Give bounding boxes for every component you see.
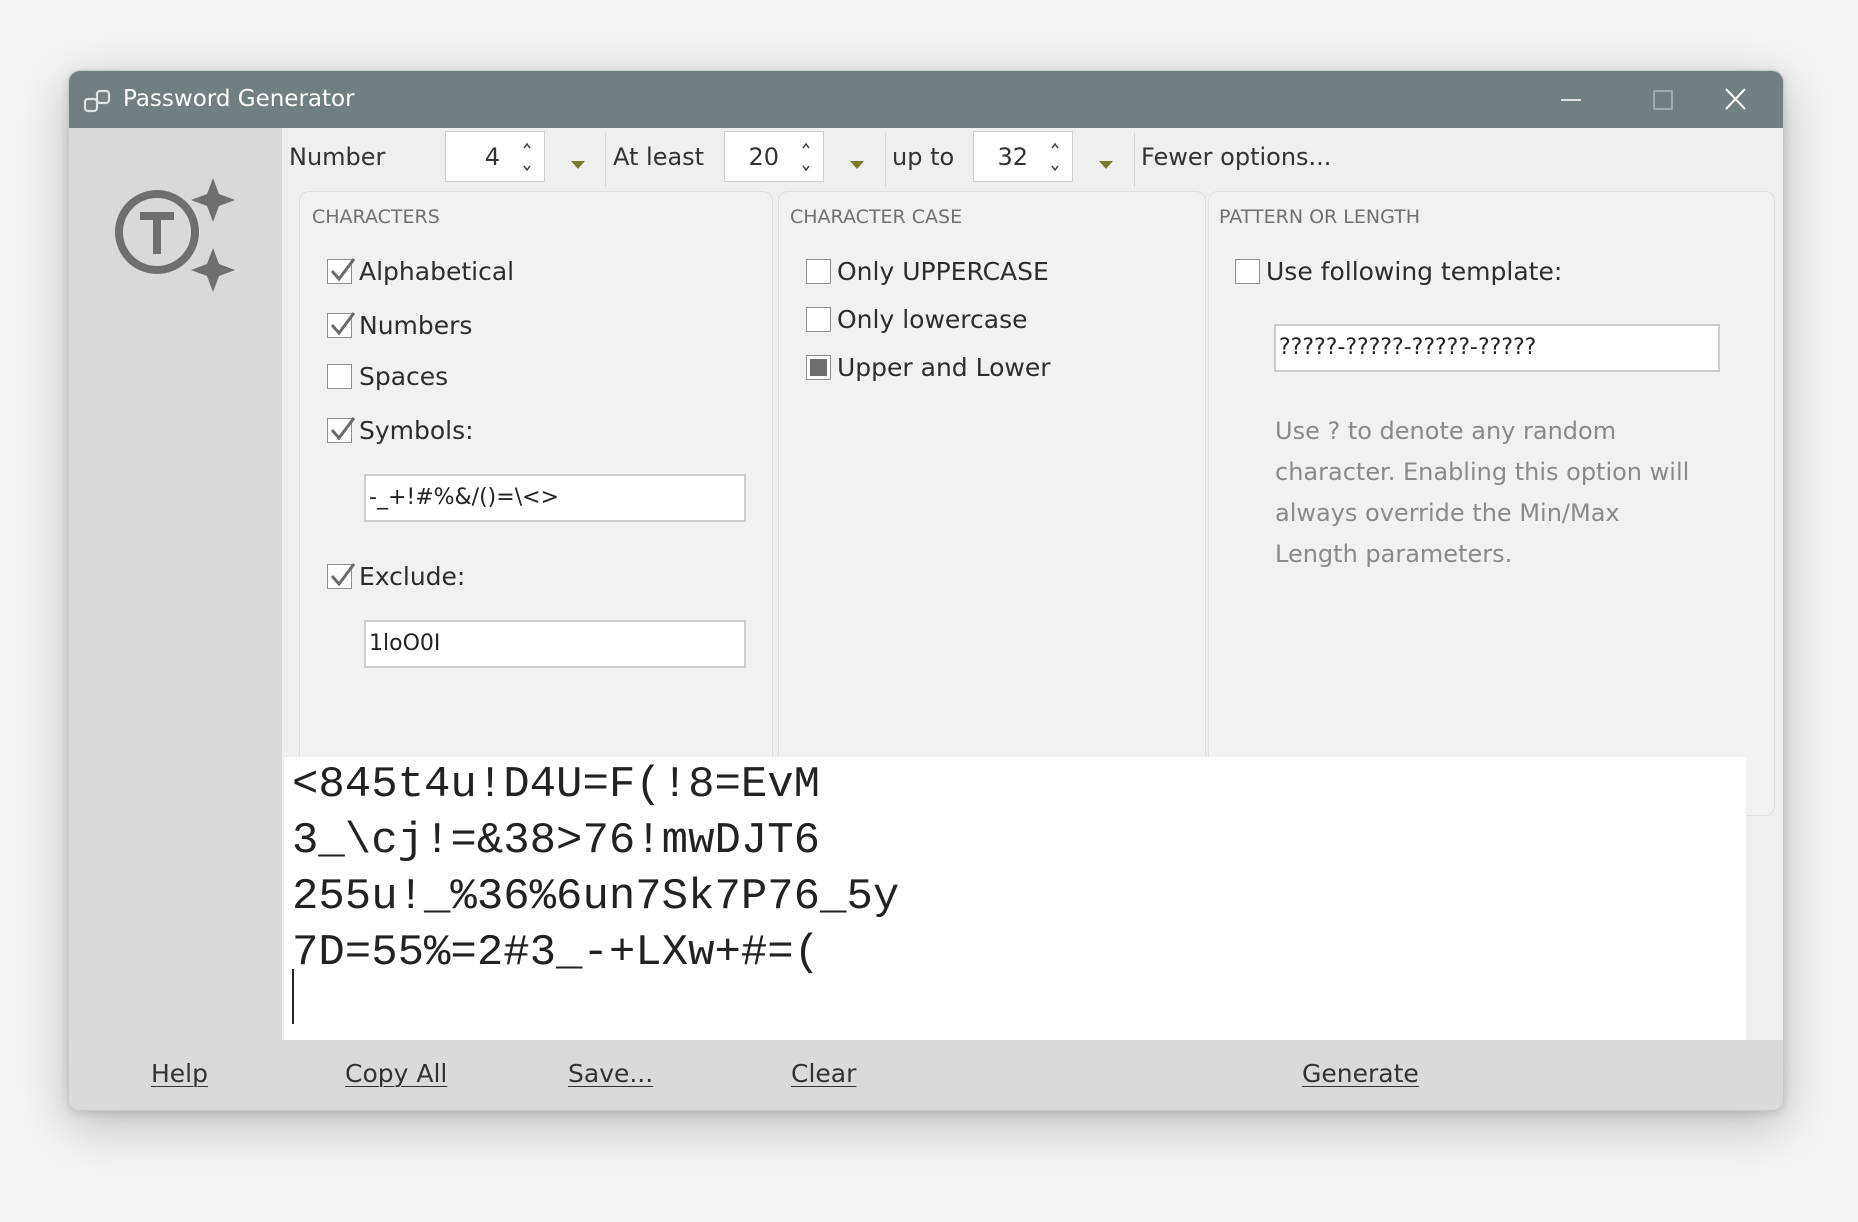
password-line: 255u!_%36%6un7Sk7P76_5y [292, 872, 900, 922]
use-template-label: Use following template: [1266, 257, 1563, 286]
pattern-title: PATTERN OR LENGTH [1219, 206, 1421, 228]
toolbar-separator [1134, 133, 1135, 187]
password-line: 3_\cj!=&38>76!mwDJT6 [292, 816, 821, 866]
password-sparkle-icon [115, 178, 235, 292]
checkmark-icon [330, 563, 356, 587]
number-value: 4 [484, 143, 500, 171]
spinner-arrows-icon [802, 142, 810, 172]
spinner-arrows-icon [1051, 142, 1059, 172]
only-lowercase-label: Only lowercase [837, 305, 1028, 334]
numbers-checkbox[interactable] [327, 312, 356, 338]
minimize-button[interactable] [1525, 71, 1617, 128]
spaces-label: Spaces [359, 362, 449, 391]
generate-button[interactable]: Generate [1302, 1058, 1419, 1090]
save-button[interactable]: Save... [568, 1058, 653, 1090]
use-template-checkbox[interactable] [1235, 259, 1260, 284]
copy-all-button[interactable]: Copy All [345, 1058, 447, 1090]
minimize-icon [1561, 99, 1581, 101]
sidebar [69, 128, 282, 1040]
spaces-checkbox[interactable] [327, 364, 352, 389]
up-to-value: 32 [997, 143, 1028, 171]
app-logo-icon [83, 89, 111, 113]
at-least-value: 20 [748, 143, 779, 171]
character-case-title: CHARACTER CASE [790, 206, 963, 228]
clear-button[interactable]: Clear [791, 1058, 856, 1090]
up-to-label: up to [892, 143, 955, 171]
close-button[interactable] [1691, 71, 1783, 128]
checkmark-icon [330, 417, 356, 441]
password-line: 7D=55%=2#3_-+LXw+#=( [292, 928, 821, 978]
number-label: Number [289, 143, 386, 171]
exclude-label: Exclude: [359, 562, 466, 591]
exclude-checkbox[interactable] [327, 563, 356, 589]
exclude-input[interactable]: 1loO0I [364, 620, 746, 668]
title-bar[interactable]: Password Generator [69, 71, 1783, 128]
alphabetical-checkbox[interactable] [327, 258, 356, 284]
at-least-spinbox[interactable]: 20 [724, 131, 824, 182]
up-to-spinbox[interactable]: 32 [973, 131, 1073, 182]
upper-and-lower-option[interactable] [806, 355, 831, 380]
only-uppercase-label: Only UPPERCASE [837, 257, 1049, 286]
text-caret [292, 969, 294, 1024]
number-dropdown-icon[interactable] [568, 155, 588, 175]
bottom-button-bar: Help Copy All Save... Clear Generate [69, 1040, 1783, 1110]
template-input[interactable]: ?????-?????-?????-????? [1274, 324, 1720, 372]
symbols-input[interactable]: -_+!#%&/()=\<> [364, 474, 746, 522]
toolbar-separator [885, 133, 886, 187]
fewer-options-button[interactable]: Fewer options... [1141, 142, 1331, 172]
template-hint: Use ? to denote any random character. En… [1275, 417, 1690, 568]
characters-title: CHARACTERS [312, 206, 440, 228]
password-output[interactable]: <845t4u!D4U=F(!8=EvM 3_\cj!=&38>76!mwDJT… [284, 757, 1746, 1040]
numbers-label: Numbers [359, 311, 473, 340]
checkmark-icon [330, 312, 356, 336]
at-least-dropdown-icon[interactable] [847, 155, 867, 175]
at-least-label: At least [613, 143, 705, 171]
password-line: <845t4u!D4U=F(!8=EvM [292, 760, 821, 810]
close-icon [1725, 88, 1746, 110]
only-uppercase-option[interactable] [806, 259, 831, 284]
upper-and-lower-label: Upper and Lower [837, 353, 1051, 382]
checkmark-icon [330, 258, 356, 282]
selected-indicator [810, 359, 827, 376]
toolbar-separator [605, 133, 606, 187]
symbols-label: Symbols: [359, 416, 474, 445]
number-spinbox[interactable]: 4 [445, 131, 545, 182]
symbols-checkbox[interactable] [327, 417, 356, 443]
alphabetical-label: Alphabetical [359, 257, 515, 286]
password-generator-window: Password Generator Number 4 At least 20 … [68, 70, 1784, 1111]
only-lowercase-option[interactable] [806, 307, 831, 332]
spinner-arrows-icon [523, 142, 531, 172]
window-title: Password Generator [123, 86, 355, 112]
help-button[interactable]: Help [151, 1058, 208, 1090]
up-to-dropdown-icon[interactable] [1096, 155, 1116, 175]
